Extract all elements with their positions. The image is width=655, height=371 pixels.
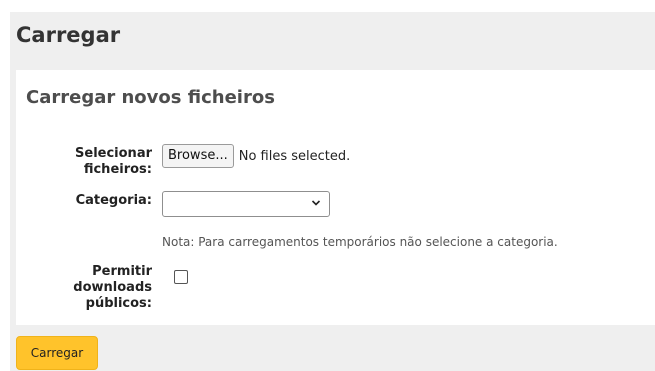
category-select[interactable] bbox=[162, 191, 330, 217]
chevron-down-icon bbox=[311, 200, 321, 206]
upload-page: Carregar Carregar novos ficheiros Seleci… bbox=[10, 12, 655, 371]
public-label-line1: Permitir bbox=[92, 264, 152, 279]
files-label: Selecionar ficheiros: bbox=[62, 146, 152, 178]
file-status-text: No files selected. bbox=[238, 148, 351, 164]
category-label: Categoria: bbox=[75, 193, 152, 208]
files-label-line2: ficheiros: bbox=[83, 162, 152, 177]
public-downloads-label: Permitir downloads públicos: bbox=[62, 264, 152, 312]
page-title: Carregar bbox=[16, 23, 121, 47]
public-downloads-checkbox[interactable] bbox=[174, 270, 188, 284]
public-label-line2: downloads bbox=[73, 280, 152, 295]
files-label-line1: Selecionar bbox=[75, 146, 152, 161]
public-label-line3: públicos: bbox=[85, 296, 152, 311]
upload-form-panel: Carregar novos ficheiros Selecionar fich… bbox=[16, 70, 655, 325]
section-title: Carregar novos ficheiros bbox=[26, 87, 275, 108]
category-note: Nota: Para carregamentos temporários não… bbox=[162, 235, 558, 249]
file-input: Browse... No files selected. bbox=[162, 144, 350, 168]
browse-button[interactable]: Browse... bbox=[162, 144, 234, 168]
upload-submit-button[interactable]: Carregar bbox=[16, 336, 98, 370]
